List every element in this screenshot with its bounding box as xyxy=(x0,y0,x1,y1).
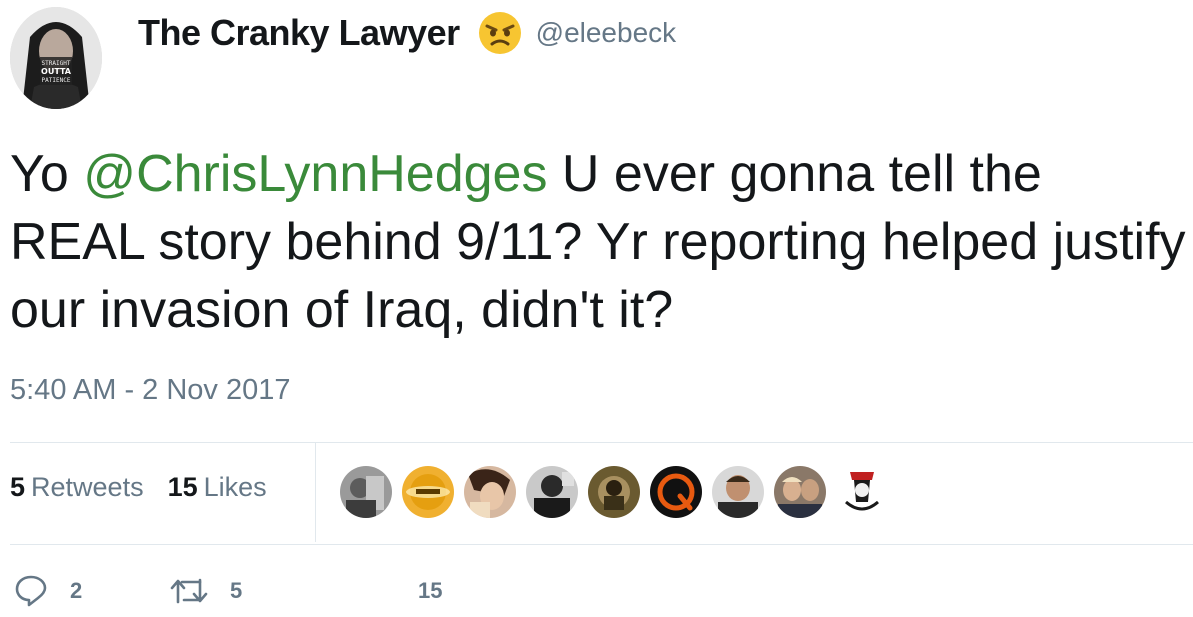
reply-icon xyxy=(14,574,48,608)
liker-avatar-9[interactable] xyxy=(836,466,888,518)
author-line: The Cranky Lawyer @eleebeck xyxy=(138,8,676,58)
tweet-actions: 2 5 15 xyxy=(14,568,442,614)
tweet-text: Yo @ChrisLynnHedges U ever gonna tell th… xyxy=(10,140,1190,344)
likes-stat[interactable]: 15 Likes xyxy=(168,472,267,503)
liker-avatar-1[interactable] xyxy=(340,466,392,518)
retweet-button[interactable]: 5 xyxy=(170,576,418,606)
likes-count: 15 xyxy=(167,472,198,502)
liker-avatar-4[interactable] xyxy=(526,466,578,518)
like-button[interactable]: 15 xyxy=(418,578,442,604)
tweet-stats: 5 Retweets 15 Likes xyxy=(10,472,291,503)
author-name[interactable]: The Cranky Lawyer xyxy=(138,12,460,54)
liker-avatar-2[interactable] xyxy=(402,466,454,518)
divider-bottom xyxy=(10,544,1193,545)
liker-avatar-7[interactable] xyxy=(712,466,764,518)
author-handle[interactable]: @eleebeck xyxy=(536,17,677,49)
tweet-text-prefix: Yo xyxy=(10,145,84,203)
divider-top xyxy=(10,442,1193,443)
reply-count: 2 xyxy=(70,578,83,603)
like-count: 15 xyxy=(418,578,443,603)
retweets-stat[interactable]: 5 Retweets xyxy=(10,472,144,503)
liker-avatar-5[interactable] xyxy=(588,466,640,518)
liker-avatar-8[interactable] xyxy=(774,466,826,518)
retweet-count: 5 xyxy=(230,578,243,603)
avatar-text-line-2: OUTTA xyxy=(41,67,72,76)
liker-avatars xyxy=(340,466,898,518)
liker-avatar-3[interactable] xyxy=(464,466,516,518)
author-avatar[interactable]: STRAIGHT OUTTA PATIENCE xyxy=(10,7,102,109)
avatar-text-line-3: PATIENCE xyxy=(42,77,71,84)
retweet-icon xyxy=(170,576,208,606)
retweets-count: 5 xyxy=(10,472,26,502)
angry-face-icon xyxy=(478,11,522,55)
mention-link[interactable]: @ChrisLynnHedges xyxy=(83,145,547,203)
retweets-label: Retweets xyxy=(31,472,144,502)
stats-divider xyxy=(315,442,316,542)
avatar-text-line-1: STRAIGHT xyxy=(42,60,71,67)
tweet-timestamp[interactable]: 5:40 AM - 2 Nov 2017 xyxy=(10,374,291,407)
likes-label: Likes xyxy=(203,472,267,502)
liker-avatar-6[interactable] xyxy=(650,466,702,518)
reply-button[interactable]: 2 xyxy=(14,574,170,608)
